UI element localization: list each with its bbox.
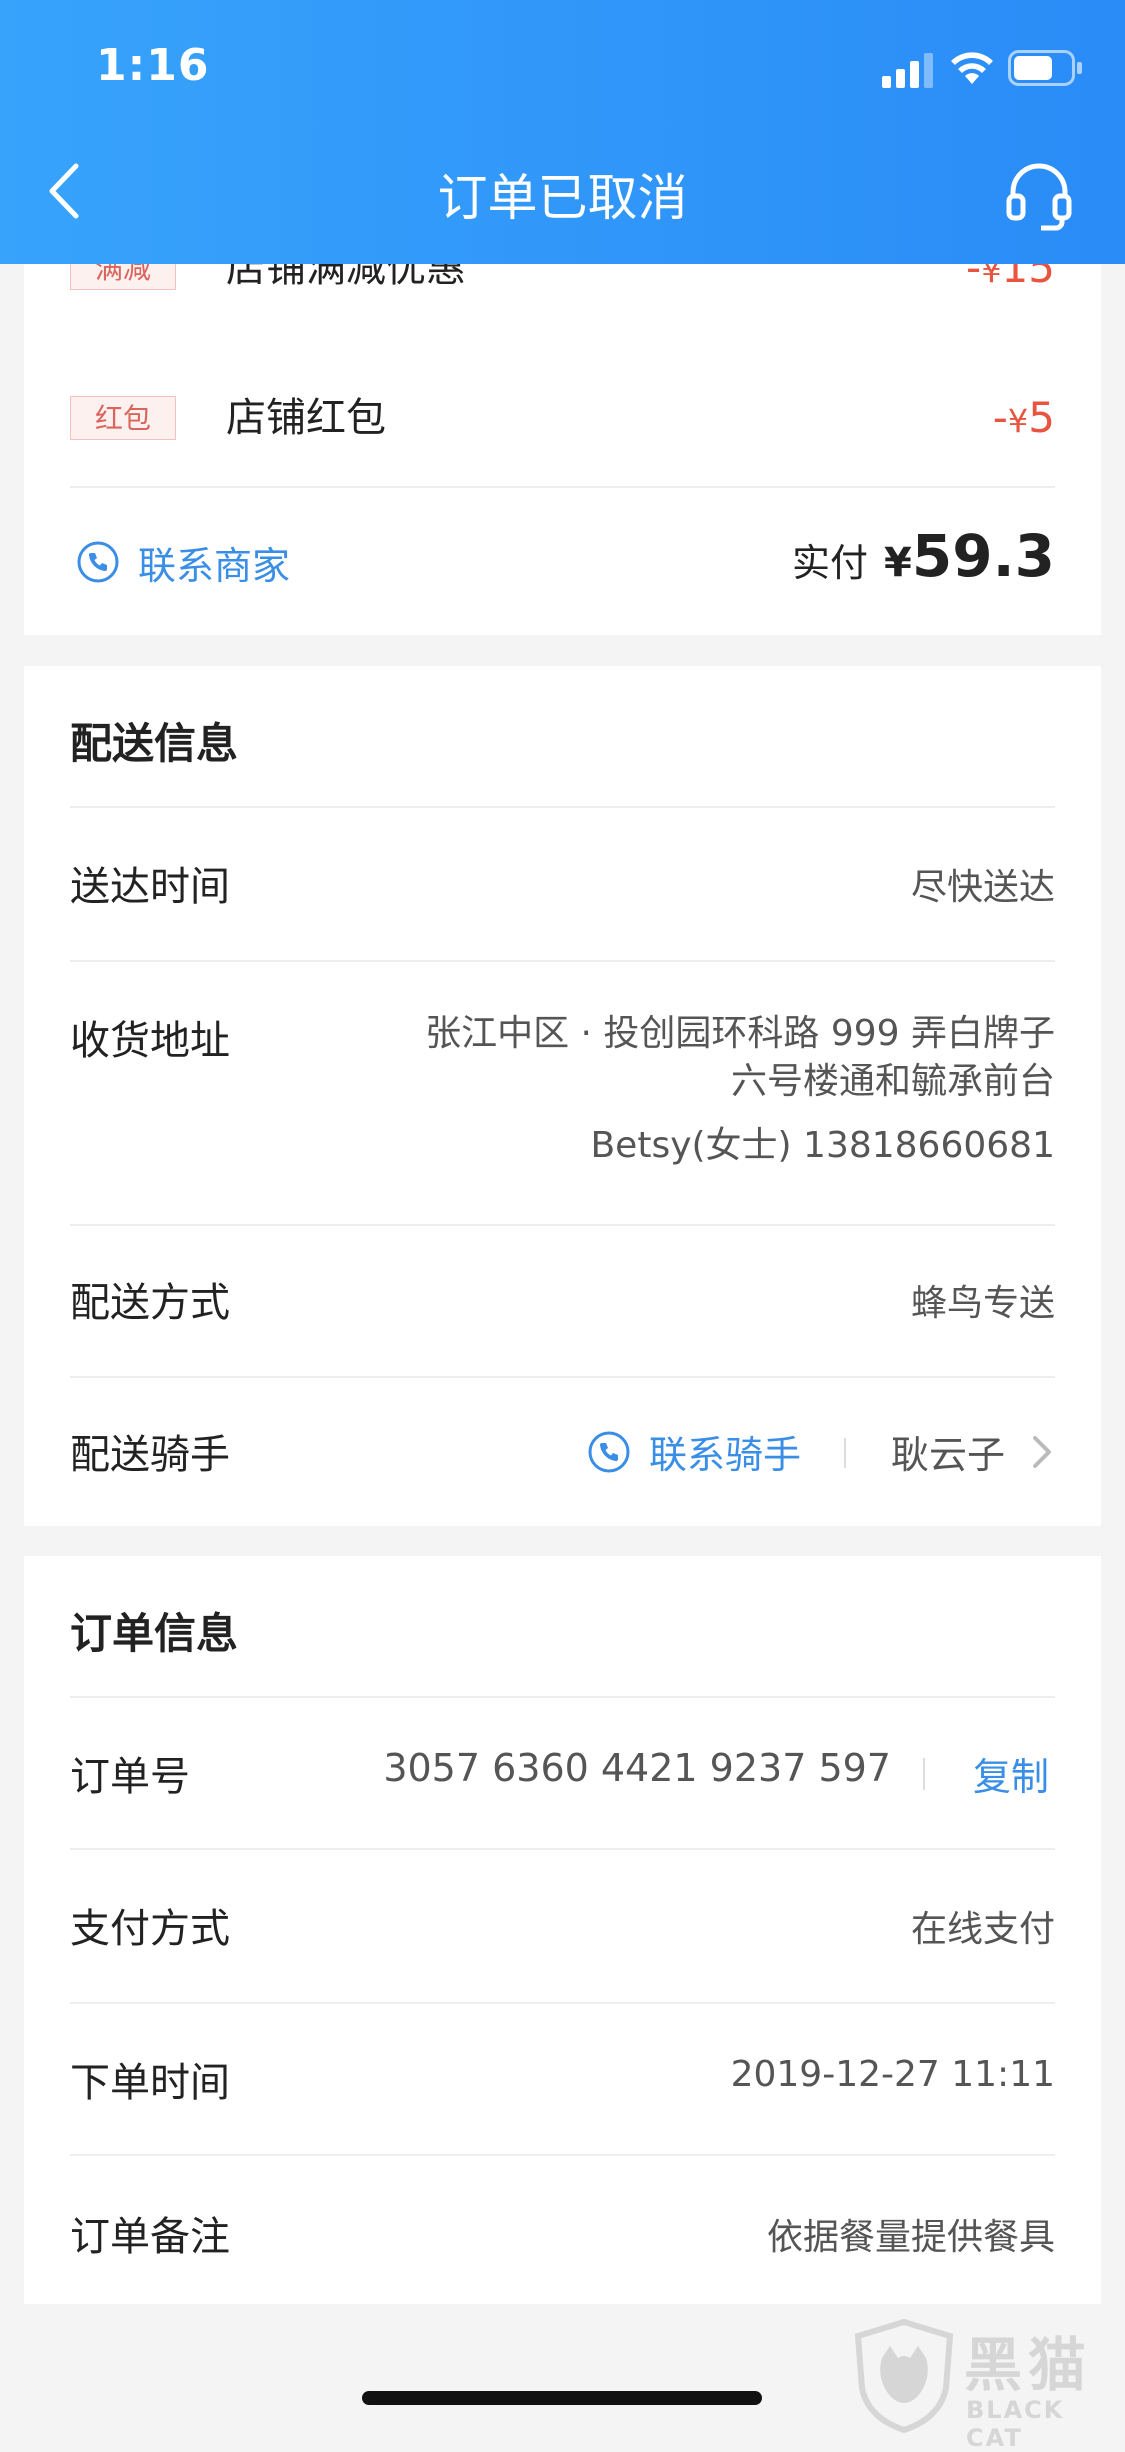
payment-method-value: 在线支付 xyxy=(910,1909,1055,1950)
delivery-method-value: 蜂鸟专送 xyxy=(910,1283,1055,1324)
delivery-section-title: 配送信息 xyxy=(70,719,239,768)
divider xyxy=(70,1848,1055,1850)
arrival-time-label: 送达时间 xyxy=(70,864,230,910)
discount-tag: 红包 xyxy=(70,396,176,440)
divider xyxy=(70,486,1055,488)
paid-total: 实付 ¥ 59.3 xyxy=(792,522,1055,590)
divider xyxy=(70,1696,1055,1698)
status-time: 1:16 xyxy=(96,40,210,91)
order-remark-label: 订单备注 xyxy=(70,2214,230,2260)
wifi-icon xyxy=(951,52,993,84)
cat-shield-logo-icon xyxy=(854,2318,954,2434)
paid-label: 实付 xyxy=(792,541,869,585)
separator xyxy=(844,1438,846,1468)
divider xyxy=(70,2002,1055,2004)
nav-header: 1:16 订单已取消 xyxy=(0,0,1125,264)
recipient-contact: Betsy(女士) 13818660681 xyxy=(590,1125,1055,1166)
discount-amount: -¥5 xyxy=(992,393,1055,442)
rider-name[interactable]: 耿云子 xyxy=(891,1424,1005,1479)
order-number-value: 3057 6360 4421 9237 597 xyxy=(383,1746,891,1790)
order-time-value: 2019-12-27 11:11 xyxy=(730,2054,1055,2095)
customer-service-headset-icon[interactable] xyxy=(1003,160,1075,232)
delivery-info-card: 配送信息 送达时间 尽快送达 收货地址 张江中区 · 投创园环科路 999 弄白… xyxy=(24,666,1101,1526)
status-bar: 1:16 xyxy=(0,0,1125,140)
order-number-row: 3057 6360 4421 9237 597 复制 xyxy=(24,1746,1101,1806)
contact-rider-label: 联系骑手 xyxy=(648,1433,801,1477)
rider-row: 联系骑手 耿云子 xyxy=(24,1424,1101,1484)
page-title: 订单已取消 xyxy=(437,169,688,227)
address-label: 收货地址 xyxy=(70,1018,230,1064)
chevron-right-icon[interactable] xyxy=(1029,1432,1057,1472)
phone-icon xyxy=(588,1431,630,1472)
address-line: 张江中区 · 投创园环科路 999 弄白牌子 xyxy=(425,1013,1055,1054)
watermark-subtext: BLACK CAT xyxy=(966,2396,1065,2452)
order-section-title: 订单信息 xyxy=(70,1609,239,1658)
separator xyxy=(923,1758,925,1790)
contact-rider-button[interactable]: 联系骑手 xyxy=(587,1424,801,1479)
contact-merchant-button[interactable]: 联系商家 xyxy=(76,532,290,592)
divider xyxy=(70,1224,1055,1226)
delivery-method-label: 配送方式 xyxy=(70,1280,230,1326)
divider xyxy=(70,1376,1055,1378)
contact-merchant-label: 联系商家 xyxy=(138,543,291,588)
discount-row: 红包 店铺红包 -¥5 xyxy=(70,388,1055,448)
divider xyxy=(70,960,1055,962)
home-indicator[interactable] xyxy=(362,2391,762,2405)
cellular-signal-icon xyxy=(882,53,933,88)
divider xyxy=(70,2154,1055,2156)
order-summary-card: 满减 店铺满减优惠 -¥15 红包 店铺红包 -¥5 联系商家 实付 ¥ 59.… xyxy=(24,240,1101,635)
phone-icon xyxy=(77,541,119,583)
divider xyxy=(70,806,1055,808)
paid-amount: 59.3 xyxy=(911,522,1055,590)
order-remark-value: 依据餐量提供餐具 xyxy=(766,2217,1055,2258)
discount-label: 店铺红包 xyxy=(226,395,386,441)
battery-icon xyxy=(1008,50,1082,86)
order-info-card: 订单信息 订单号 3057 6360 4421 9237 597 复制 支付方式… xyxy=(24,1556,1101,2304)
order-time-label: 下单时间 xyxy=(70,2060,230,2106)
address-value: 张江中区 · 投创园环科路 999 弄白牌子 六号楼通和毓承前台 Betsy(女… xyxy=(425,1010,1055,1170)
address-line: 六号楼通和毓承前台 xyxy=(730,1061,1055,1102)
copy-order-number-button[interactable]: 复制 xyxy=(973,1746,1049,1801)
arrival-time-value: 尽快送达 xyxy=(910,867,1055,908)
payment-method-label: 支付方式 xyxy=(70,1906,230,1952)
watermark-text: 黑猫 xyxy=(964,2331,1093,2399)
watermark: 黑猫 BLACK CAT xyxy=(852,2318,1122,2452)
paid-currency: ¥ xyxy=(884,540,912,586)
